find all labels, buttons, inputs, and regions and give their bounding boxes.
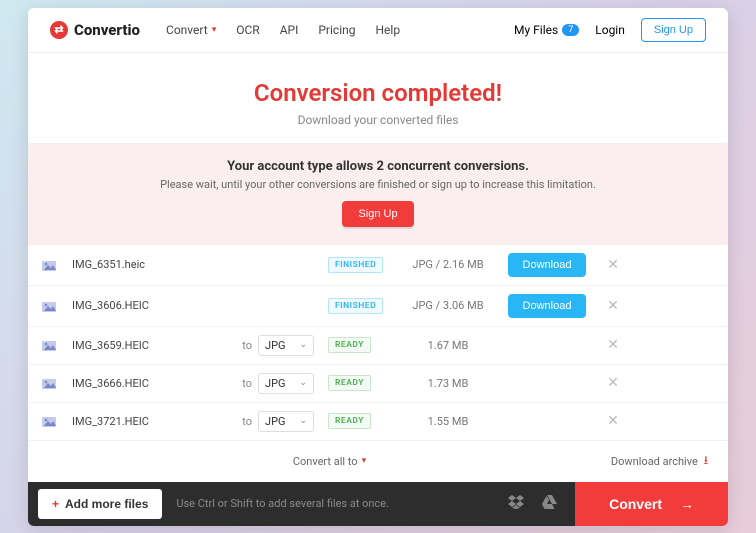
to-label: to bbox=[232, 339, 258, 352]
nav-convert-label: Convert bbox=[166, 23, 208, 37]
table-row: IMG_3666.HEICto JPG ⌄ READY 1.73 MB ✕ bbox=[28, 365, 728, 403]
file-name: IMG_3721.HEIC bbox=[72, 415, 232, 428]
status-badge: READY bbox=[328, 375, 371, 391]
chevron-down-icon: ⌄ bbox=[299, 378, 307, 388]
file-list: IMG_6351.heicFINISHEDJPG / 2.16 MBDownlo… bbox=[28, 245, 728, 441]
convert-button[interactable]: Convert → bbox=[575, 482, 728, 526]
table-row: IMG_3721.HEICto JPG ⌄ READY 1.55 MB ✕ bbox=[28, 403, 728, 441]
signup-button-notice[interactable]: Sign Up bbox=[342, 201, 413, 227]
nav-login[interactable]: Login bbox=[595, 23, 625, 37]
remove-file-button[interactable]: ✕ bbox=[598, 337, 628, 353]
nav-api[interactable]: API bbox=[280, 23, 299, 37]
nav-help[interactable]: Help bbox=[375, 23, 400, 37]
image-icon bbox=[42, 415, 72, 427]
image-icon bbox=[42, 377, 72, 389]
status-badge: READY bbox=[328, 337, 371, 353]
file-name: IMG_3666.HEIC bbox=[72, 377, 232, 390]
nav-myfiles-label: My Files bbox=[514, 23, 558, 37]
download-archive-label: Download archive bbox=[611, 455, 698, 468]
myfiles-count-badge: 7 bbox=[562, 24, 579, 36]
signup-button-top[interactable]: Sign Up bbox=[641, 18, 706, 42]
chevron-down-icon: ⌄ bbox=[299, 340, 307, 350]
format-select[interactable]: JPG ⌄ bbox=[258, 373, 314, 394]
table-row: IMG_3606.HEIC FINISHED JPG / 3.06 MBDownlo… bbox=[28, 286, 728, 327]
file-size: JPG / 2.16 MB bbox=[388, 258, 508, 271]
format-select[interactable]: JPG ⌄ bbox=[258, 411, 314, 432]
nav-myfiles[interactable]: My Files 7 bbox=[514, 23, 579, 37]
right-nav: My Files 7 Login Sign Up bbox=[514, 18, 706, 42]
chevron-down-icon: ▾ bbox=[362, 456, 367, 466]
logo[interactable]: ⇄ Convertio bbox=[50, 21, 140, 39]
add-more-files-button[interactable]: + Add more files bbox=[38, 489, 162, 519]
convert-label: Convert bbox=[609, 496, 662, 512]
multiselect-hint: Use Ctrl or Shift to add several files a… bbox=[162, 482, 490, 526]
chevron-down-icon: ⌄ bbox=[299, 416, 307, 426]
remove-file-button[interactable]: ✕ bbox=[598, 257, 628, 273]
notice-subtitle: Please wait, until your other conversion… bbox=[48, 178, 708, 191]
file-size: JPG / 3.06 MB bbox=[388, 299, 508, 312]
nav-ocr[interactable]: OCR bbox=[236, 23, 259, 37]
file-size: 1.73 MB bbox=[388, 377, 508, 390]
image-icon bbox=[42, 259, 72, 271]
format-select[interactable]: JPG ⌄ bbox=[258, 335, 314, 356]
download-button[interactable]: Download bbox=[508, 253, 586, 277]
dropbox-icon[interactable] bbox=[508, 495, 524, 512]
chevron-down-icon: ▾ bbox=[212, 25, 217, 35]
format-value: JPG bbox=[265, 415, 286, 428]
limit-notice: Your account type allows 2 concurrent co… bbox=[28, 143, 728, 245]
status-badge: FINISHED bbox=[328, 298, 383, 314]
bottom-bar: + Add more files Use Ctrl or Shift to ad… bbox=[28, 482, 728, 526]
notice-title: Your account type allows 2 concurrent co… bbox=[48, 159, 708, 174]
logo-text: Convertio bbox=[74, 21, 140, 39]
image-icon bbox=[42, 300, 72, 312]
file-name: IMG_6351.heic bbox=[72, 258, 232, 271]
nav-convert[interactable]: Convert ▾ bbox=[166, 23, 216, 37]
file-name: IMG_3659.HEIC bbox=[72, 339, 232, 352]
remove-file-button[interactable]: ✕ bbox=[598, 375, 628, 391]
nav-pricing[interactable]: Pricing bbox=[318, 23, 355, 37]
logo-icon: ⇄ bbox=[50, 21, 68, 39]
format-value: JPG bbox=[265, 339, 286, 352]
main-nav: Convert ▾ OCR API Pricing Help bbox=[166, 23, 400, 37]
to-label: to bbox=[232, 415, 258, 428]
cloud-targets bbox=[490, 482, 575, 526]
to-label: to bbox=[232, 377, 258, 390]
add-more-label: Add more files bbox=[65, 497, 148, 511]
status-badge: FINISHED bbox=[328, 257, 383, 273]
remove-file-button[interactable]: ✕ bbox=[598, 298, 628, 314]
download-button[interactable]: Download bbox=[508, 294, 586, 318]
meta-row: Convert all to ▾ Download archive ⭳ bbox=[28, 441, 728, 482]
remove-file-button[interactable]: ✕ bbox=[598, 413, 628, 429]
file-name: IMG_3606.HEIC bbox=[72, 299, 232, 312]
convert-all-label: Convert all to bbox=[293, 455, 358, 468]
file-size: 1.67 MB bbox=[388, 339, 508, 352]
table-row: IMG_3659.HEICto JPG ⌄ READY 1.67 MB ✕ bbox=[28, 327, 728, 365]
image-icon bbox=[42, 339, 72, 351]
status-badge: READY bbox=[328, 413, 371, 429]
app-window: ⇄ Convertio Convert ▾ OCR API Pricing He… bbox=[28, 8, 728, 526]
plus-icon: + bbox=[52, 497, 59, 511]
download-archive[interactable]: Download archive ⭳ bbox=[611, 451, 708, 472]
topbar: ⇄ Convertio Convert ▾ OCR API Pricing He… bbox=[28, 8, 728, 53]
convert-all-to[interactable]: Convert all to ▾ bbox=[48, 455, 611, 468]
download-icon: ⭳ bbox=[704, 451, 708, 472]
hero-title: Conversion completed! bbox=[28, 79, 728, 107]
hero: Conversion completed! Download your conv… bbox=[28, 53, 728, 143]
hero-subtitle: Download your converted files bbox=[28, 113, 728, 127]
table-row: IMG_6351.heic FINISHED JPG / 2.16 MBDownlo… bbox=[28, 245, 728, 286]
googledrive-icon[interactable] bbox=[542, 495, 557, 512]
arrow-right-icon: → bbox=[680, 496, 694, 512]
format-value: JPG bbox=[265, 377, 286, 390]
file-size: 1.55 MB bbox=[388, 415, 508, 428]
